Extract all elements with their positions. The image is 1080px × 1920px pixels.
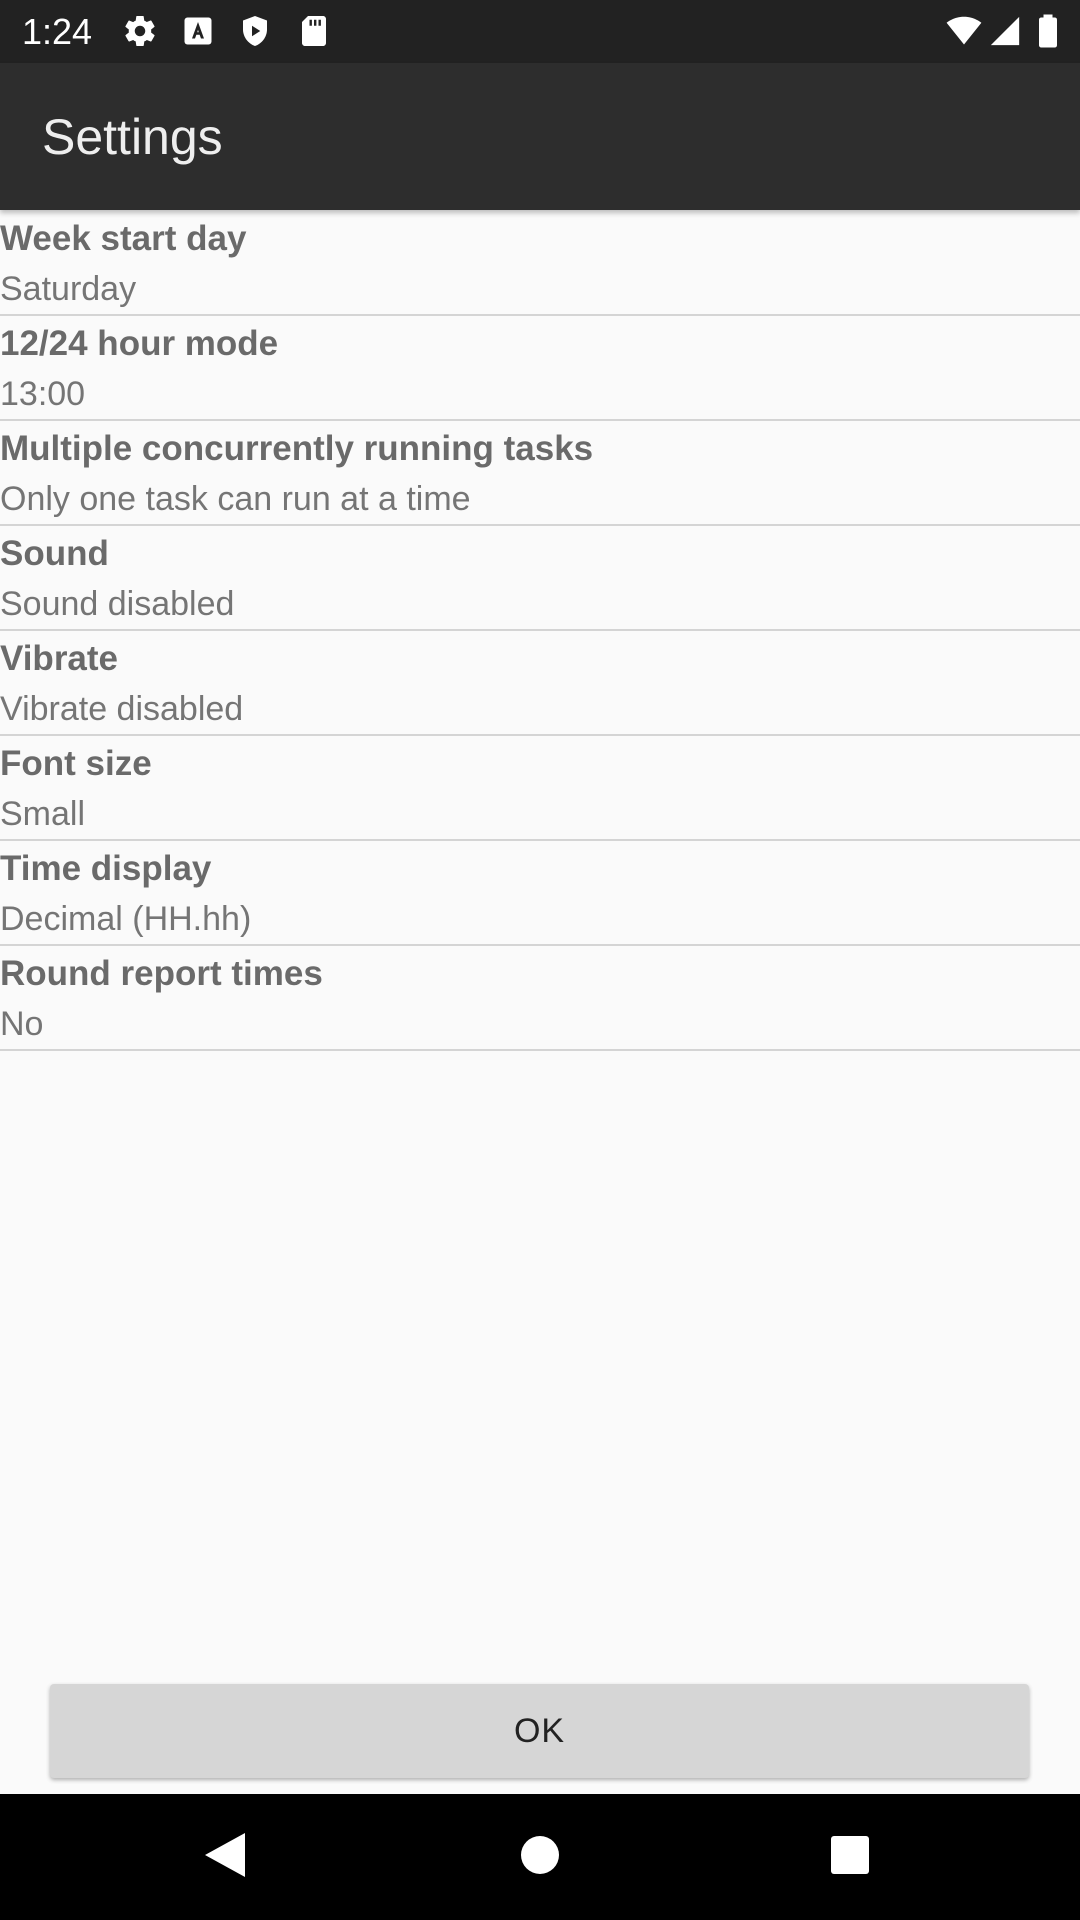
status-bar: 1:24: [0, 0, 1080, 63]
home-button[interactable]: [480, 1794, 600, 1920]
home-circle-icon: [520, 1835, 560, 1880]
setting-week-start-day[interactable]: Week start day Saturday: [0, 211, 1080, 316]
setting-hour-mode[interactable]: 12/24 hour mode 13:00: [0, 316, 1080, 421]
setting-font-size[interactable]: Font size Small: [0, 736, 1080, 841]
navigation-bar: [0, 1794, 1080, 1920]
gear-icon: [122, 13, 158, 49]
back-triangle-icon: [203, 1831, 247, 1884]
setting-sound[interactable]: Sound Sound disabled: [0, 526, 1080, 631]
setting-value: Vibrate disabled: [0, 690, 244, 728]
setting-value: No: [0, 1005, 44, 1043]
status-time: 1:24: [22, 11, 93, 52]
setting-title: Font size: [0, 744, 152, 783]
setting-value: Decimal (HH.hh): [0, 900, 252, 938]
setting-value: Saturday: [0, 270, 137, 308]
sd-card-icon: [296, 13, 332, 49]
setting-value: Only one task can run at a time: [0, 480, 471, 518]
setting-title: Round report times: [0, 954, 323, 993]
settings-list: Week start day Saturday 12/24 hour mode …: [0, 211, 1080, 1051]
setting-time-display[interactable]: Time display Decimal (HH.hh): [0, 841, 1080, 946]
setting-concurrent-tasks[interactable]: Multiple concurrently running tasks Only…: [0, 421, 1080, 526]
setting-title: Time display: [0, 849, 212, 888]
setting-title: Sound: [0, 534, 109, 573]
setting-title: 12/24 hour mode: [0, 324, 279, 363]
signal-icon: [988, 13, 1024, 49]
setting-vibrate[interactable]: Vibrate Vibrate disabled: [0, 631, 1080, 736]
recents-square-icon: [830, 1835, 870, 1880]
setting-title: Multiple concurrently running tasks: [0, 429, 594, 468]
setting-value: 13:00: [0, 375, 86, 413]
recents-button[interactable]: [790, 1794, 910, 1920]
setting-round-report-times[interactable]: Round report times No: [0, 946, 1080, 1051]
app-bar: Settings: [0, 63, 1080, 210]
setting-title: Vibrate: [0, 639, 119, 678]
page-title: Settings: [42, 109, 223, 165]
ok-button[interactable]: OK: [50, 1684, 1029, 1778]
settings-screen: 1:24 Settings Week start day Saturday 12…: [0, 0, 1080, 1920]
setting-value: Sound disabled: [0, 585, 235, 623]
battery-icon: [1036, 13, 1060, 49]
shield-play-icon: [237, 13, 273, 49]
wifi-icon: [944, 13, 982, 49]
setting-value: Small: [0, 795, 86, 833]
back-button[interactable]: [165, 1794, 285, 1920]
font-a-icon: [180, 13, 216, 49]
setting-title: Week start day: [0, 219, 247, 258]
